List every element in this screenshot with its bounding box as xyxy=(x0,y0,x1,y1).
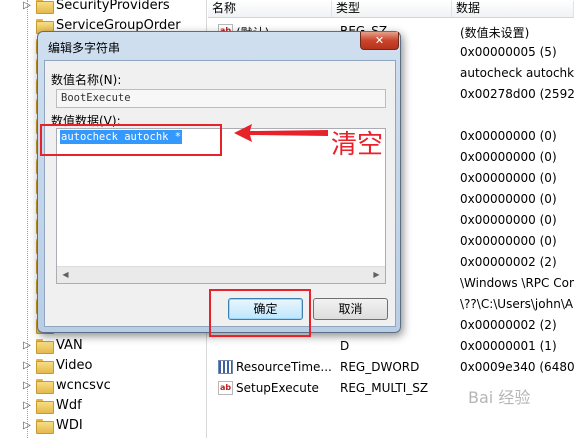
annotation-arrow-icon xyxy=(234,124,328,142)
expand-arrow-icon[interactable]: ▷ xyxy=(22,0,32,12)
value-data-cell: 0x00278d00 (259200 xyxy=(460,87,574,101)
tree-item[interactable]: ▷ wcncsvc xyxy=(0,376,206,396)
folder-icon xyxy=(36,399,54,414)
value-data-cell: 0x00000000 (0) xyxy=(460,150,557,164)
value-data-cell: (数值未设置) xyxy=(460,26,530,40)
column-header-type[interactable]: 类型 xyxy=(332,1,452,17)
folder-icon xyxy=(36,359,54,374)
value-name-field[interactable]: BootExecute xyxy=(56,89,386,108)
value-data-cell: \??\C:\Users\john\A xyxy=(460,297,574,311)
tree-item[interactable]: ▷ WDI xyxy=(0,416,206,436)
value-type-cell: D xyxy=(340,339,350,353)
expand-arrow-icon[interactable]: ▷ xyxy=(22,400,32,412)
value-data-cell: autocheck autochk xyxy=(460,66,574,80)
tree-item[interactable]: ▷ Video xyxy=(0,356,206,376)
binary-value-icon xyxy=(218,360,233,374)
tree-item-label: SecurityProviders xyxy=(56,0,170,13)
highlight-box-ok-button xyxy=(209,289,311,337)
expand-arrow-icon[interactable]: ▷ xyxy=(22,380,32,392)
list-row[interactable]: D 0x00000001 (1) xyxy=(208,336,574,357)
edit-multi-string-dialog: 编辑多字符串 ✕ 数值名称(N): BootExecute 数值数据(V): a… xyxy=(37,31,401,333)
value-type-cell: REG_DWORD xyxy=(340,360,420,374)
expand-arrow-icon[interactable] xyxy=(22,60,32,72)
expand-arrow-icon[interactable] xyxy=(22,240,32,252)
value-name-cell: ResourceTime... xyxy=(236,360,332,374)
highlight-box-value-data xyxy=(40,124,222,156)
tree-item[interactable]: ▷ VAN xyxy=(0,336,206,356)
tree-item-label: wcncsvc xyxy=(56,378,111,393)
tree-item-label: Wdf xyxy=(56,398,82,413)
annotation-label: 清空 xyxy=(331,130,384,160)
tree-item-label: Video xyxy=(56,358,93,373)
expand-arrow-icon[interactable] xyxy=(22,220,32,232)
folder-icon xyxy=(36,0,54,14)
list-header: 名称 类型 数据 xyxy=(208,0,574,18)
expand-arrow-icon[interactable] xyxy=(22,20,32,32)
value-data-cell: \Windows \RPC Con xyxy=(460,276,574,290)
tree-item-label: WDI xyxy=(56,418,83,433)
expand-arrow-icon[interactable] xyxy=(22,260,32,272)
list-row[interactable]: ResourceTime... REG_DWORD 0x0009e340 (6480… xyxy=(208,357,574,378)
tree-item[interactable]: ▷ SecurityProviders xyxy=(0,0,206,16)
horizontal-scrollbar[interactable]: ◀ ▶ xyxy=(57,266,385,283)
folder-icon xyxy=(36,379,54,394)
folder-icon xyxy=(36,419,54,434)
expand-arrow-icon[interactable] xyxy=(22,300,32,312)
dialog-title: 编辑多字符串 xyxy=(48,41,121,55)
value-name-label: 数值名称(N): xyxy=(51,73,122,87)
expand-arrow-icon[interactable] xyxy=(22,320,32,332)
expand-arrow-icon[interactable] xyxy=(22,160,32,172)
expand-arrow-icon[interactable] xyxy=(22,140,32,152)
value-data-cell: 0x0009e340 (648000 xyxy=(460,360,574,374)
value-data-cell: 0x00000005 (5) xyxy=(460,45,557,59)
scroll-left-icon[interactable]: ◀ xyxy=(58,268,73,282)
column-header-name[interactable]: 名称 xyxy=(208,1,332,17)
tree-item[interactable]: ▷ Wdf xyxy=(0,396,206,416)
close-button[interactable]: ✕ xyxy=(360,32,399,50)
value-data-cell: 0x00000000 (0) xyxy=(460,129,557,143)
value-data-cell: 0x00000000 (0) xyxy=(460,234,557,248)
expand-arrow-icon[interactable]: ▷ xyxy=(22,420,32,432)
expand-arrow-icon[interactable]: ▷ xyxy=(22,340,32,352)
value-data-cell: 0x00000000 (0) xyxy=(460,213,557,227)
expand-arrow-icon[interactable] xyxy=(22,200,32,212)
watermark: Bai 经验 xyxy=(468,388,531,407)
expand-arrow-icon[interactable]: ▷ xyxy=(22,360,32,372)
value-type-cell: REG_MULTI_SZ xyxy=(340,381,429,395)
value-data-cell: 0x00000002 (2) xyxy=(460,255,557,269)
string-value-icon: ab xyxy=(218,381,233,395)
tree-item-label: VAN xyxy=(56,338,83,353)
expand-arrow-icon[interactable] xyxy=(22,120,32,132)
scroll-right-icon[interactable]: ▶ xyxy=(369,268,384,282)
expand-arrow-icon[interactable] xyxy=(22,80,32,92)
expand-arrow-icon[interactable] xyxy=(22,40,32,52)
value-data-cell: 0x00000000 (0) xyxy=(460,171,557,185)
value-data-cell: 0x00000001 (1) xyxy=(460,339,557,353)
expand-arrow-icon[interactable] xyxy=(22,180,32,192)
folder-icon xyxy=(36,339,54,354)
expand-arrow-icon[interactable] xyxy=(22,280,32,292)
expand-arrow-icon[interactable] xyxy=(22,100,32,112)
value-data-cell: 0x00000000 (0) xyxy=(460,192,557,206)
value-data-cell: 0x00000002 (2) xyxy=(460,318,557,332)
cancel-button[interactable]: 取消 xyxy=(313,298,388,320)
column-header-data[interactable]: 数据 xyxy=(452,1,574,17)
value-name-cell: SetupExecute xyxy=(236,381,319,395)
